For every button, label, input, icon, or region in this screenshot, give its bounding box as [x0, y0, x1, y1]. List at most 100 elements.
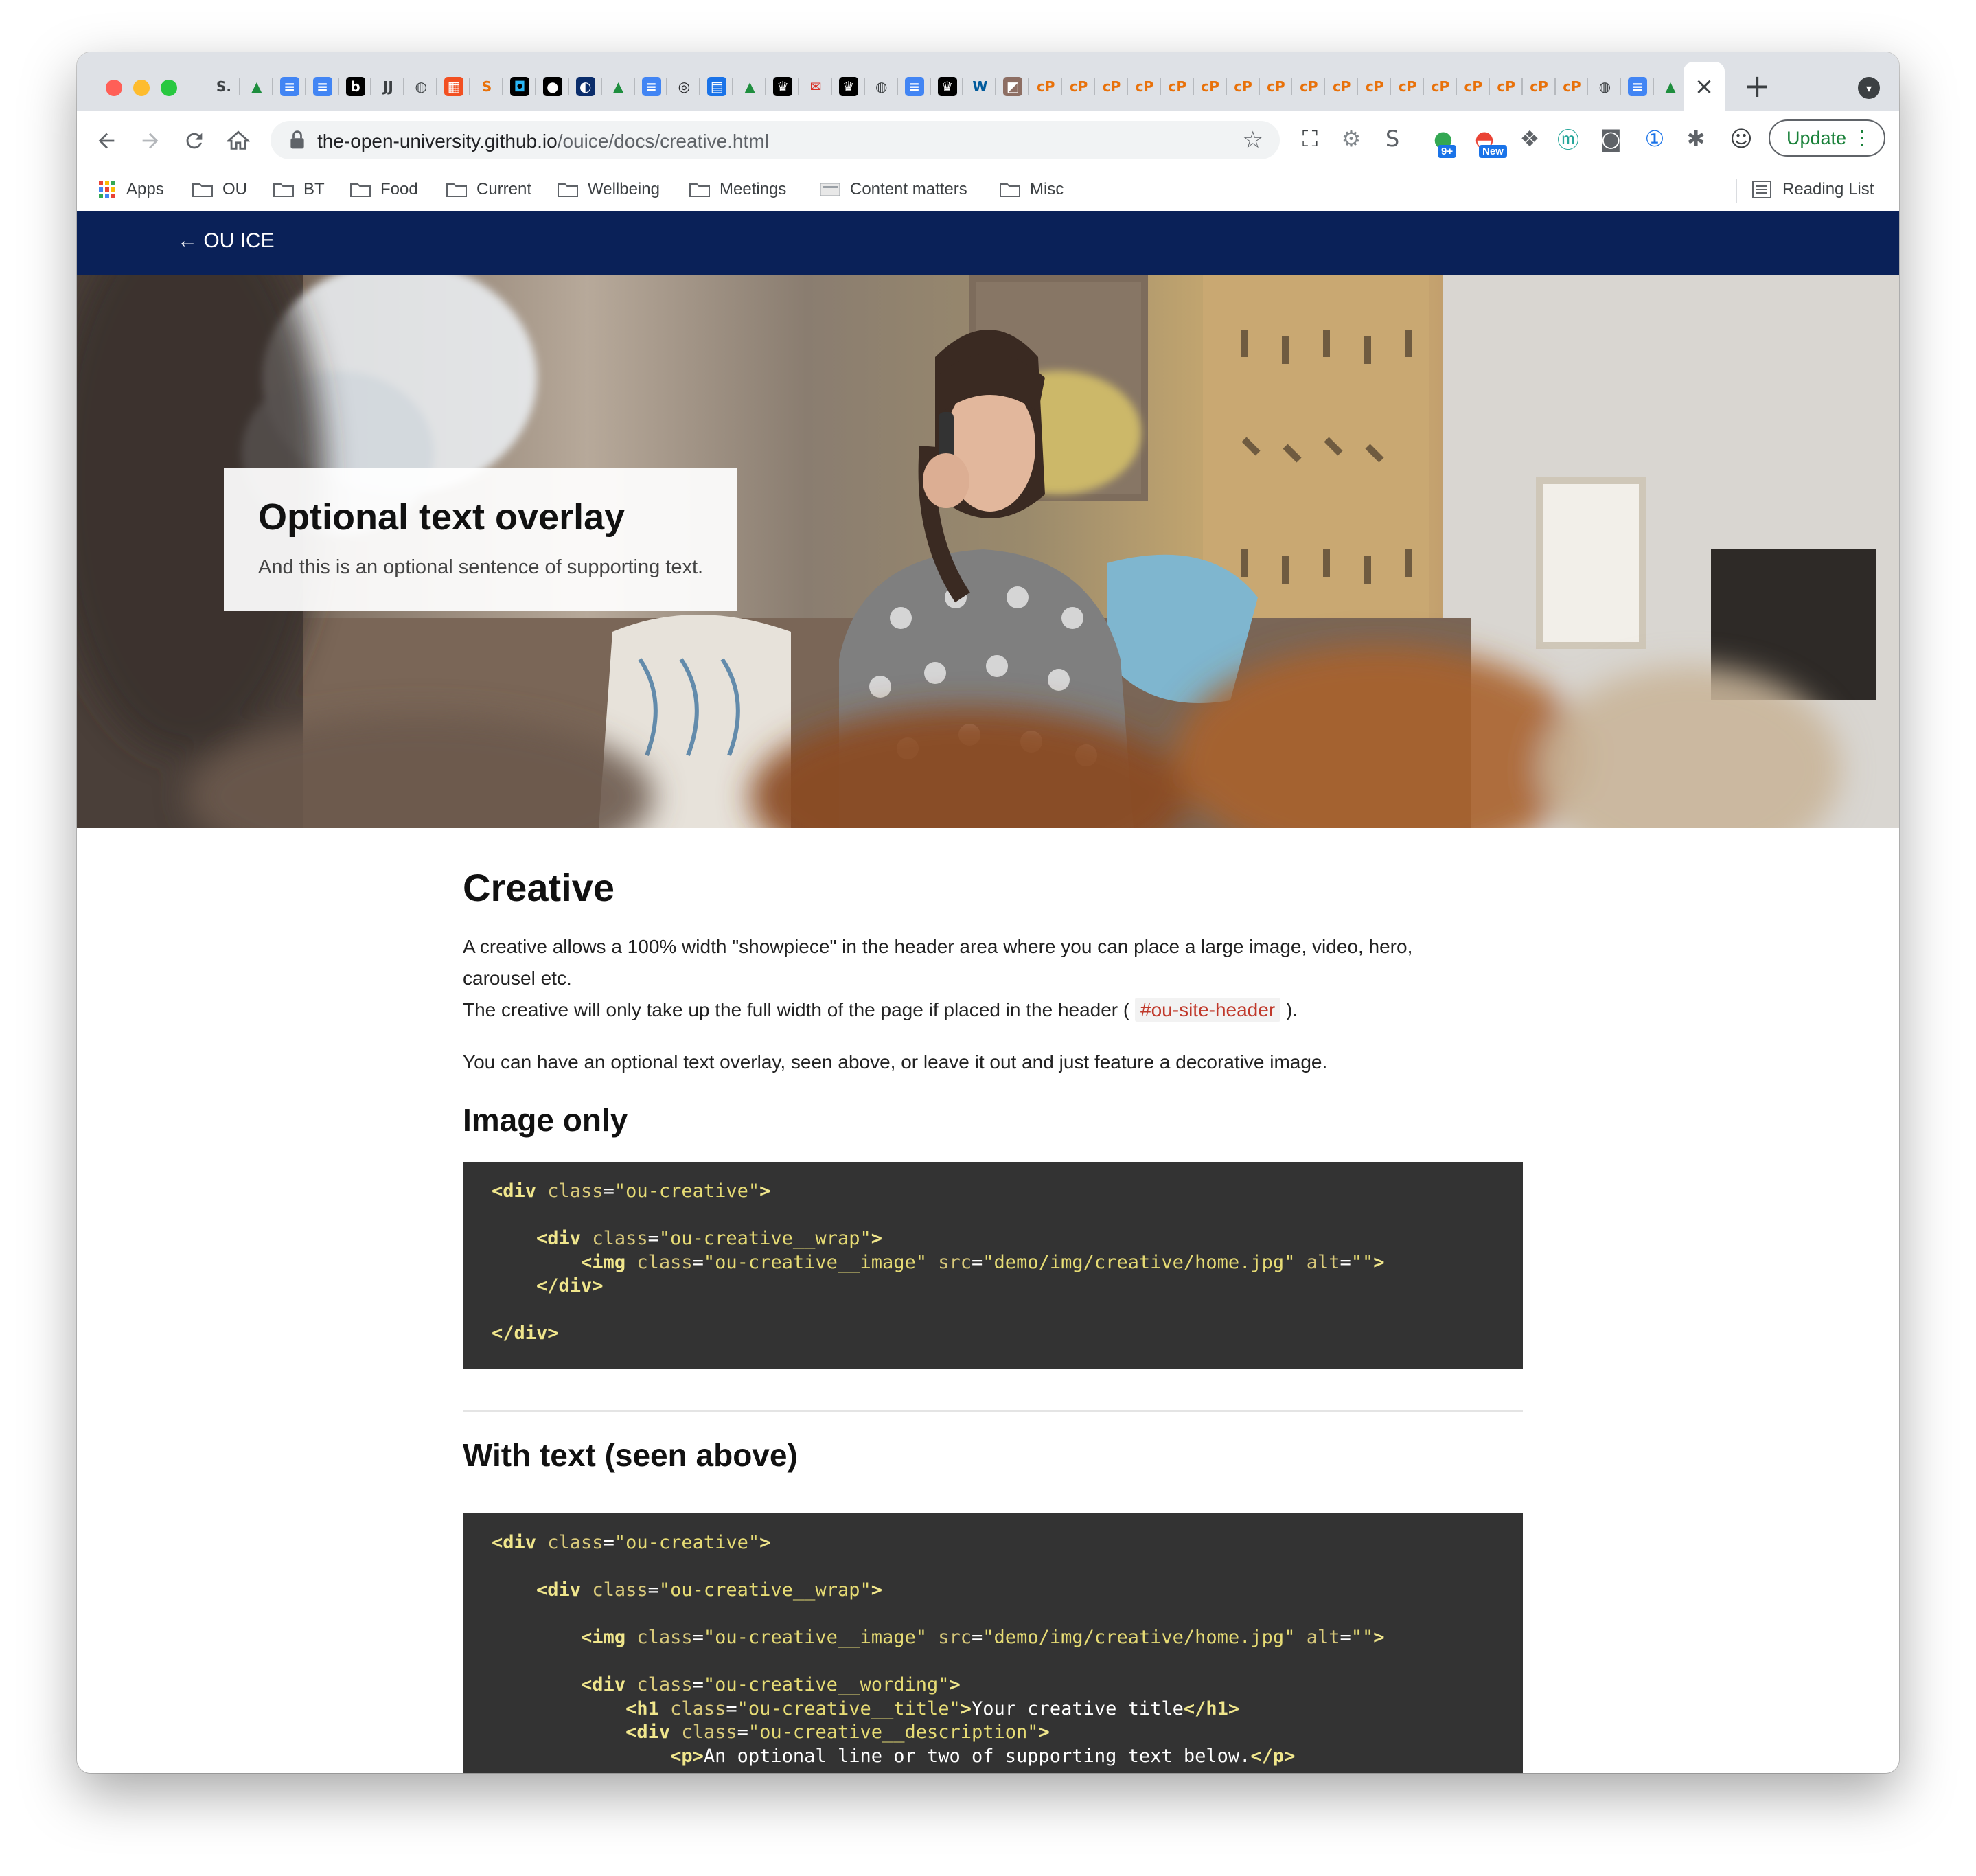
browser-tab[interactable]: ♛ [931, 69, 964, 104]
browser-tab[interactable]: ≡ [1621, 69, 1655, 104]
active-tab[interactable]: × [1684, 62, 1725, 111]
bookmark-folder-current[interactable]: Current [446, 180, 531, 199]
browser-tab[interactable]: ✉ [799, 69, 832, 104]
tab-search-icon[interactable]: ▾ [1858, 77, 1880, 99]
url-text: the-open-university.github.io/ouice/docs… [317, 130, 769, 152]
browser-tab[interactable]: cP [1457, 69, 1490, 104]
extensions-puzzle-icon[interactable]: ✱ [1682, 125, 1710, 152]
browser-tab[interactable]: S. [207, 69, 240, 104]
browser-tab[interactable]: cP [1523, 69, 1556, 104]
close-window-button[interactable] [106, 80, 122, 96]
browser-tab[interactable]: ◍ [1588, 69, 1622, 104]
browser-tab[interactable]: ▦ [437, 69, 471, 104]
browser-tab[interactable]: ▲ [240, 69, 273, 104]
browser-tab[interactable]: b [339, 69, 372, 104]
browser-tab[interactable]: cP [1029, 69, 1063, 104]
browser-tab[interactable]: ◎ [667, 69, 701, 104]
m-extension-icon[interactable]: ⓜ [1554, 125, 1582, 153]
tab-favicon-icon: ✉ [805, 77, 825, 96]
code-block-with-text: <div class="ou-creative"> <div class="ou… [463, 1513, 1523, 1773]
bookmark-folder-wellbeing[interactable]: Wellbeing [558, 180, 660, 199]
creative-hero-image: Optional text overlay And this is an opt… [77, 275, 1899, 828]
overlay-option-paragraph: You can have an optional text overlay, s… [463, 1051, 1328, 1073]
web-page: ← OU ICE Optional text overlay And this … [77, 211, 1899, 1773]
browser-tab[interactable]: ◩ [996, 69, 1030, 104]
browser-tab[interactable]: cP [1556, 69, 1589, 104]
s-extension-icon[interactable]: S [1379, 125, 1406, 152]
bookmark-folder-food[interactable]: Food [350, 180, 418, 199]
browser-tab[interactable]: cP [1424, 69, 1457, 104]
browser-tab[interactable]: ▲ [1654, 69, 1688, 104]
tab-favicon-icon: cP [1266, 77, 1286, 96]
browser-tab[interactable]: W [963, 69, 997, 104]
browser-tab[interactable]: ≡ [306, 69, 339, 104]
code-line: </div> [492, 1323, 559, 1344]
home-button[interactable] [221, 124, 255, 158]
bookmark-folder-bt[interactable]: BT [273, 180, 325, 199]
tab-favicon-icon: ▲ [740, 77, 760, 96]
browser-tab[interactable]: cP [1095, 69, 1128, 104]
browser-tab[interactable]: ≡ [898, 69, 931, 104]
browser-tab[interactable]: ▤ [700, 69, 734, 104]
browser-tab[interactable]: ◐ [569, 69, 602, 104]
browser-tab[interactable]: cP [1260, 69, 1293, 104]
browser-tab[interactable]: cP [1490, 69, 1523, 104]
password-extension-icon[interactable]: ① [1641, 125, 1668, 152]
back-to-ou-ice-link[interactable]: ← OU ICE [177, 229, 275, 253]
update-button[interactable]: Update ⋮ [1769, 119, 1885, 157]
bookmark-content-matters[interactable]: Content matters [820, 180, 967, 199]
browser-tab[interactable]: ♛ [832, 69, 865, 104]
browser-tab[interactable]: ▲ [602, 69, 635, 104]
browser-tab[interactable]: ● [536, 69, 569, 104]
tab-favicon-icon: ≡ [904, 77, 924, 96]
browser-tab[interactable]: S [470, 69, 504, 104]
code-line: </div> [536, 1275, 604, 1296]
address-bar[interactable]: the-open-university.github.io/ouice/docs… [271, 121, 1280, 159]
back-button[interactable] [89, 124, 124, 158]
reader-extension-icon[interactable]: ◙ [1597, 125, 1624, 152]
menu-dots-icon[interactable]: ⋮ [1852, 126, 1872, 149]
bookmark-folder-ou[interactable]: OU [192, 180, 247, 199]
browser-tab[interactable]: cP [1194, 69, 1227, 104]
chat-extension-icon[interactable]: ● 9+ [1429, 125, 1457, 158]
browser-tab[interactable]: ♛ [766, 69, 800, 104]
browser-tab[interactable]: cP [1292, 69, 1326, 104]
browser-tab[interactable]: ◍ [865, 69, 898, 104]
bookmark-apps[interactable]: Apps [97, 180, 164, 199]
screenshot-icon[interactable]: ⛶ [1296, 125, 1324, 152]
bookmark-star-icon[interactable]: ☆ [1243, 126, 1263, 154]
browser-tab[interactable]: JJ [371, 69, 405, 104]
new-extension-icon[interactable]: ◓ New [1471, 125, 1507, 158]
browser-tab[interactable]: cP [1062, 69, 1096, 104]
browser-tab[interactable]: ▲ [733, 69, 767, 104]
forward-button[interactable] [133, 124, 168, 158]
page-title: Creative [463, 866, 615, 909]
browser-tab[interactable]: cP [1128, 69, 1161, 104]
reading-list-button[interactable]: Reading List [1752, 180, 1874, 199]
browser-tab[interactable]: cP [1391, 69, 1424, 104]
maximize-window-button[interactable] [161, 80, 177, 96]
browser-tab[interactable]: ◘ [503, 69, 536, 104]
browser-tab[interactable]: cP [1227, 69, 1260, 104]
browser-tab[interactable]: ≡ [635, 69, 668, 104]
new-tab-button[interactable]: + [1744, 67, 1771, 104]
profile-avatar-icon[interactable]: ☺ [1727, 125, 1755, 152]
code-line: <img class="ou-creative__image" src="dem… [581, 1627, 1385, 1648]
tab-favicon-icon: ≡ [641, 77, 661, 96]
reload-icon [186, 133, 203, 149]
reload-button[interactable] [177, 124, 211, 158]
bookmark-folder-meetings[interactable]: Meetings [689, 180, 786, 199]
browser-tab[interactable]: ◍ [404, 69, 438, 104]
settings-gear-icon[interactable]: ⚙ [1337, 125, 1365, 152]
dropbox-icon[interactable]: ❖ [1516, 125, 1543, 152]
home-icon [227, 130, 250, 150]
tab-favicon-icon: ♛ [937, 77, 957, 96]
browser-tab[interactable]: cP [1161, 69, 1194, 104]
minimize-window-button[interactable] [133, 80, 150, 96]
close-tab-icon[interactable]: × [1694, 73, 1714, 100]
browser-tab[interactable]: cP [1358, 69, 1392, 104]
code-block-image-only: <div class="ou-creative"> <div class="ou… [463, 1162, 1523, 1369]
bookmark-folder-misc[interactable]: Misc [1000, 180, 1064, 199]
browser-tab[interactable]: cP [1325, 69, 1359, 104]
browser-tab[interactable]: ≡ [273, 69, 306, 104]
